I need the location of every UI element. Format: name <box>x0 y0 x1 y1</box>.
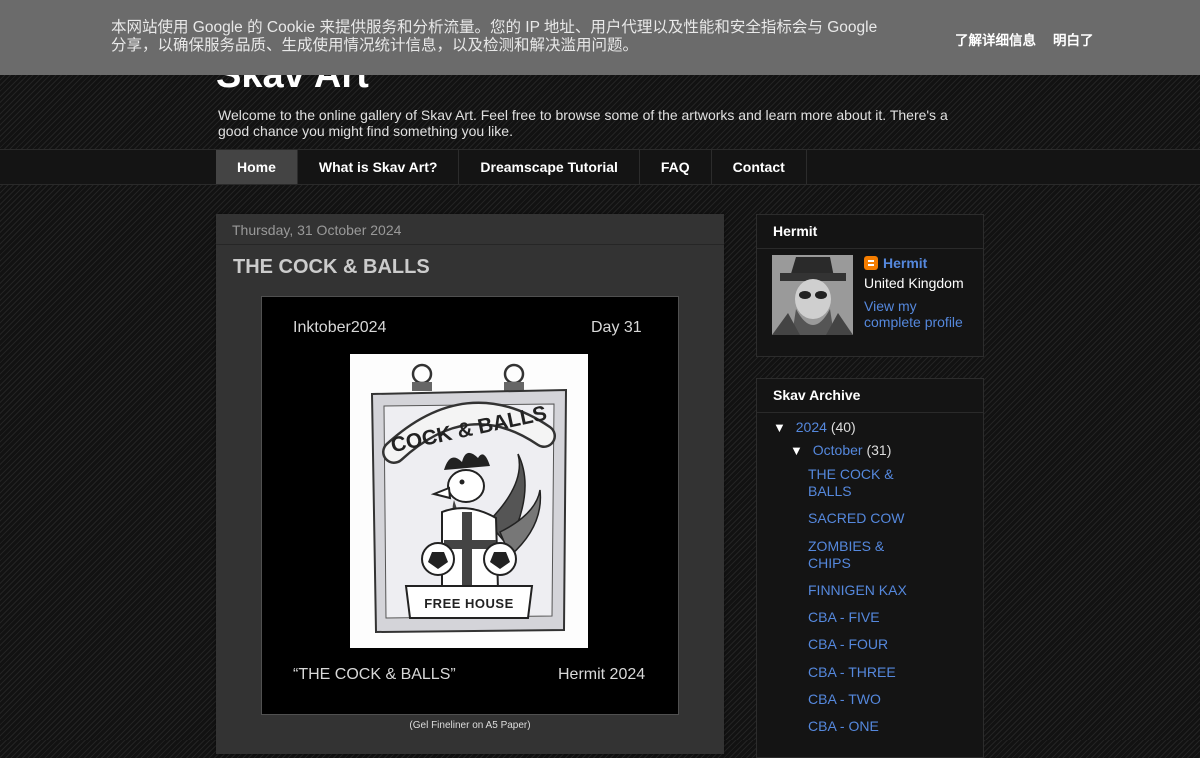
post-date: Thursday, 31 October 2024 <box>216 214 724 245</box>
archive-widget: Skav Archive ▼ 2024 (40) ▼ October (31) … <box>756 378 984 758</box>
artwork-label-day: Day 31 <box>591 319 642 336</box>
cookie-banner: 本网站使用 Google 的 Cookie 来提供服务和分析流量。您的 IP 地… <box>0 0 1200 75</box>
archive-post-link[interactable]: CBA - TWO <box>808 691 918 708</box>
profile-photo <box>772 255 853 335</box>
archive-post-link[interactable]: THE COCK & BALLS <box>808 466 918 500</box>
tab-contact[interactable]: Contact <box>712 150 807 184</box>
artwork-caption-title: “THE COCK & BALLS” <box>293 666 456 683</box>
post-image-caption: (Gel Fineliner on A5 Paper) <box>409 720 531 731</box>
archive-post-link[interactable]: CBA - THREE <box>808 664 918 681</box>
profile-location: United Kingdom <box>864 275 964 291</box>
archive-month-count: (31) <box>866 442 892 458</box>
month-collapse-toggle-icon[interactable]: ▼ <box>790 443 803 458</box>
profile-name-row: Hermit <box>864 255 927 271</box>
archive-post-link[interactable]: SACRED COW <box>808 510 918 527</box>
profile-widget-title: Hermit <box>757 215 983 249</box>
artwork-caption-signature: Hermit 2024 <box>558 666 646 683</box>
artwork-label-inktober: Inktober2024 <box>293 319 387 336</box>
sign-footer-text: FREE HOUSE <box>424 596 514 611</box>
archive-year-count: (40) <box>830 419 856 435</box>
tab-home[interactable]: Home <box>216 150 298 184</box>
archive-widget-title: Skav Archive <box>757 379 983 413</box>
archive-post-link[interactable]: CBA - FOUR <box>808 636 918 653</box>
cookie-learn-more-link[interactable]: 了解详细信息 <box>955 29 1036 49</box>
tab-faq[interactable]: FAQ <box>640 150 712 184</box>
archive-month-link[interactable]: October <box>813 442 863 458</box>
profile-widget: Hermit Hermit United Kingdom View my com… <box>756 214 984 357</box>
tab-dreamscape-tutorial[interactable]: Dreamscape Tutorial <box>459 150 640 184</box>
cookie-accept-button[interactable]: 明白了 <box>1053 29 1094 49</box>
view-profile-link[interactable]: View my complete profile <box>864 298 974 330</box>
cookie-message-line-2: 分享，以确保服务品质、生成使用情况统计信息，以及检测和解决滥用问题。 <box>111 37 639 54</box>
post-title[interactable]: THE COCK & BALLS <box>233 256 430 279</box>
avatar[interactable] <box>772 255 853 335</box>
blogger-icon <box>864 256 878 270</box>
post-artwork-image[interactable]: Inktober2024 Day 31 COCK & BALLS FREE HO… <box>261 296 679 715</box>
artwork-drawing: COCK & BALLS FREE HOUSE <box>350 354 588 648</box>
profile-name-link[interactable]: Hermit <box>883 255 927 271</box>
archive-post-link[interactable]: ZOMBIES & CHIPS <box>808 538 898 572</box>
nav-tabs: Home What is Skav Art? Dreamscape Tutori… <box>216 150 807 184</box>
archive-year-link[interactable]: 2024 <box>796 419 827 435</box>
blog-post: Thursday, 31 October 2024 THE COCK & BAL… <box>216 214 724 754</box>
archive-month-row: ▼ October (31) <box>790 442 891 458</box>
year-collapse-toggle-icon[interactable]: ▼ <box>773 420 786 435</box>
blog-description: Welcome to the online gallery of Skav Ar… <box>218 107 948 139</box>
cookie-message-line-1: 本网站使用 Google 的 Cookie 来提供服务和分析流量。您的 IP 地… <box>111 19 878 36</box>
archive-year-row: ▼ 2024 (40) <box>773 419 856 435</box>
archive-post-link[interactable]: CBA - ONE <box>808 718 918 735</box>
cookie-message: 本网站使用 Google 的 Cookie 来提供服务和分析流量。您的 IP 地… <box>111 19 911 55</box>
archive-post-link[interactable]: CBA - FIVE <box>808 609 918 626</box>
archive-post-link[interactable]: FINNIGEN KAX <box>808 582 918 599</box>
tab-what-is-skav-art[interactable]: What is Skav Art? <box>298 150 460 184</box>
nav-bar: Home What is Skav Art? Dreamscape Tutori… <box>0 149 1200 185</box>
